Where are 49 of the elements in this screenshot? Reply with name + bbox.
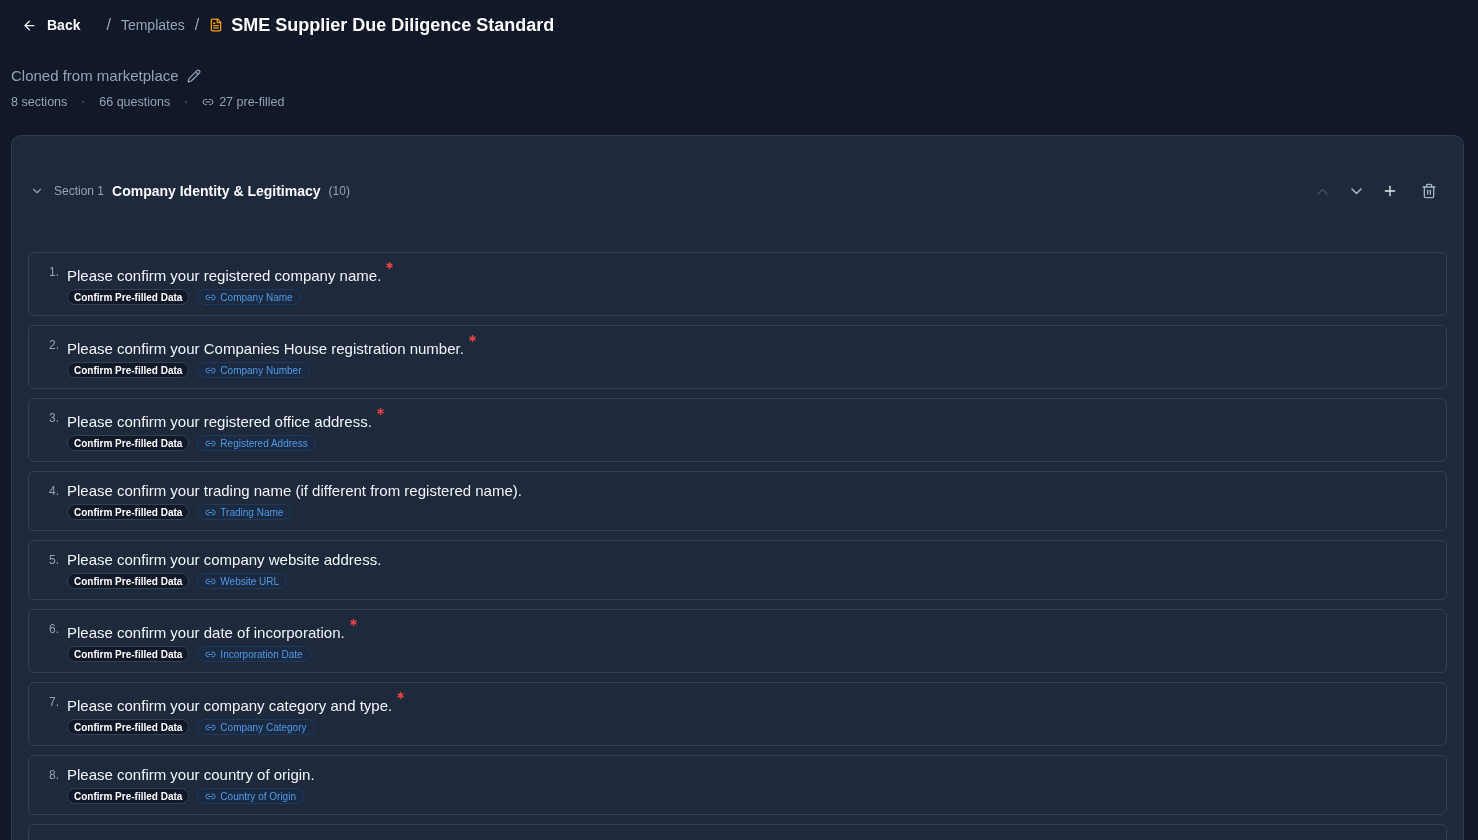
template-subtitle: Cloned from marketplace bbox=[11, 67, 179, 84]
question-type-badge: Confirm Pre-filled Data bbox=[67, 788, 190, 804]
question-type-badge: Confirm Pre-filled Data bbox=[67, 719, 190, 735]
question-text: Please confirm your company website address. bbox=[67, 550, 382, 570]
breadcrumb-separator: / bbox=[106, 16, 111, 34]
linked-field-label: Country of Origin bbox=[220, 790, 296, 802]
section-title: Company Identity & Legitimacy bbox=[112, 183, 321, 199]
question-text: Please confirm your date of incorporation. bbox=[67, 619, 357, 643]
question-text: Please confirm your trading name (if different from registered name). bbox=[67, 481, 522, 501]
question-count: (10) bbox=[328, 184, 350, 198]
page-title: SME Supplier Due Diligence Standard bbox=[231, 14, 555, 36]
pencil-icon bbox=[186, 68, 201, 83]
question-text: Please confirm your registered office address. bbox=[67, 408, 384, 432]
question-number: 7. bbox=[49, 694, 60, 711]
question-number: 3. bbox=[49, 410, 60, 427]
question-text: Please confirm your company category and type. bbox=[67, 692, 405, 716]
question-number: 2. bbox=[49, 337, 60, 354]
question-number: 5. bbox=[49, 552, 60, 569]
link-icon bbox=[202, 96, 215, 108]
breadcrumb-separator: / bbox=[194, 16, 200, 34]
edit-button[interactable] bbox=[186, 68, 201, 83]
question-type-badge: Confirm Pre-filled Data bbox=[67, 646, 190, 662]
question-text: Please confirm your Companies House registration number. bbox=[67, 335, 476, 359]
arrow-left-icon bbox=[22, 17, 37, 33]
question-number: 4. bbox=[49, 483, 60, 500]
section-label: Section 1 bbox=[54, 184, 105, 198]
stat-text: 66 questions bbox=[99, 95, 171, 109]
linked-field-label: Registered Address bbox=[220, 437, 308, 449]
question-type-badge: Confirm Pre-filled Data bbox=[67, 362, 190, 378]
back-button[interactable]: Back bbox=[14, 13, 89, 37]
linked-field-label: Website URL bbox=[220, 575, 280, 587]
question-number: 8. bbox=[49, 767, 60, 784]
stat-text: 8 sections bbox=[11, 95, 68, 109]
question-type-badge: Confirm Pre-filled Data bbox=[67, 504, 190, 520]
question-number: 6. bbox=[49, 621, 60, 638]
stat-text: 27 pre-filled bbox=[219, 95, 285, 109]
question-number: 1. bbox=[49, 264, 60, 281]
question-type-badge: Confirm Pre-filled Data bbox=[67, 573, 190, 589]
question-text: Please confirm your country of origin. bbox=[67, 765, 315, 785]
linked-field-label: Incorporation Date bbox=[220, 648, 303, 660]
breadcrumb-link[interactable]: Templates bbox=[120, 17, 185, 33]
linked-field-label: Company Name bbox=[220, 291, 293, 303]
question-text: Please confirm your registered company name. bbox=[67, 262, 394, 286]
linked-field-label: Company Number bbox=[220, 364, 302, 376]
question-type-badge: Confirm Pre-filled Data bbox=[67, 289, 190, 305]
linked-field-label: Trading Name bbox=[220, 506, 284, 518]
document-icon bbox=[209, 18, 224, 32]
question-type-badge: Confirm Pre-filled Data bbox=[67, 435, 190, 451]
linked-field-label: Company Category bbox=[220, 721, 307, 733]
